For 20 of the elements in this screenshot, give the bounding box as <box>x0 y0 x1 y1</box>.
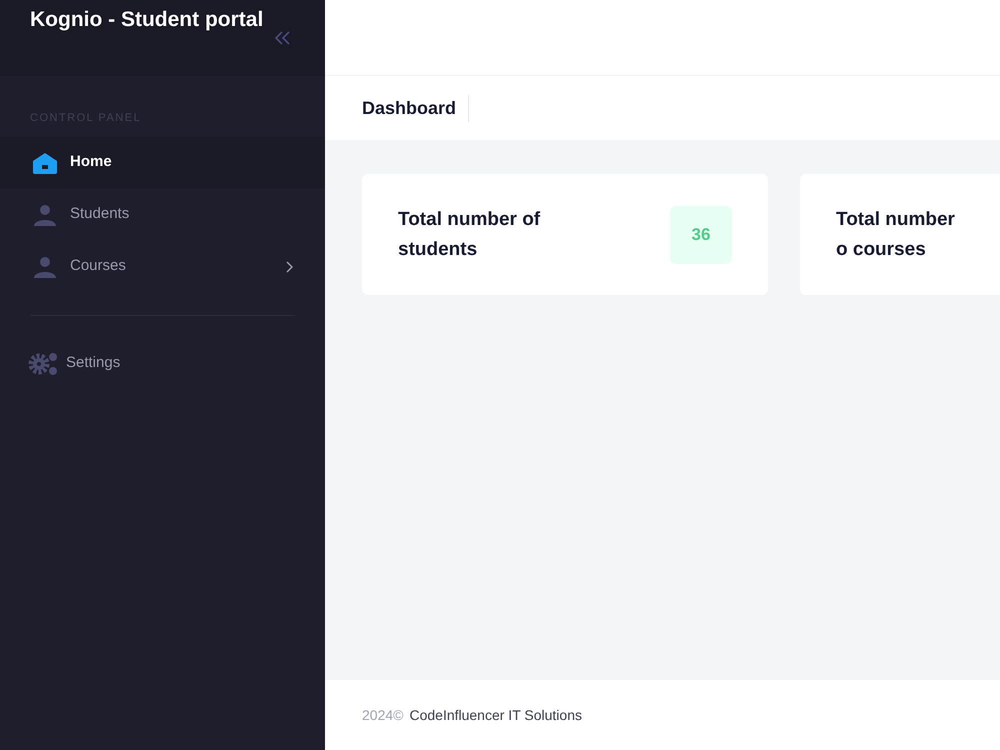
brand-title: Kognio - Student portal <box>30 7 264 33</box>
nav-item[interactable]: Courses <box>0 240 325 292</box>
nav-item[interactable]: Settings <box>0 338 325 390</box>
nav-item[interactable]: Students <box>0 188 325 240</box>
user-icon <box>32 202 58 226</box>
nav-label: Courses <box>70 256 127 276</box>
nav-item[interactable]: Home <box>0 136 325 188</box>
footer-year: 2024© <box>362 706 404 724</box>
footer-company: CodeInfluencer IT Solutions <box>409 706 582 724</box>
card-title: Total number o courses <box>836 208 956 262</box>
user-icon <box>32 254 58 278</box>
page-title: Dashboard <box>362 94 470 122</box>
count-badge: 36 <box>670 206 732 264</box>
gears-icon <box>28 350 60 376</box>
nav-label: Settings <box>66 353 120 374</box>
home-icon <box>32 152 58 174</box>
nav-label: Students <box>70 204 130 224</box>
chevron-right-icon <box>285 260 293 272</box>
nav-label: Home <box>70 152 113 172</box>
card-title: Total number of students <box>398 208 542 262</box>
